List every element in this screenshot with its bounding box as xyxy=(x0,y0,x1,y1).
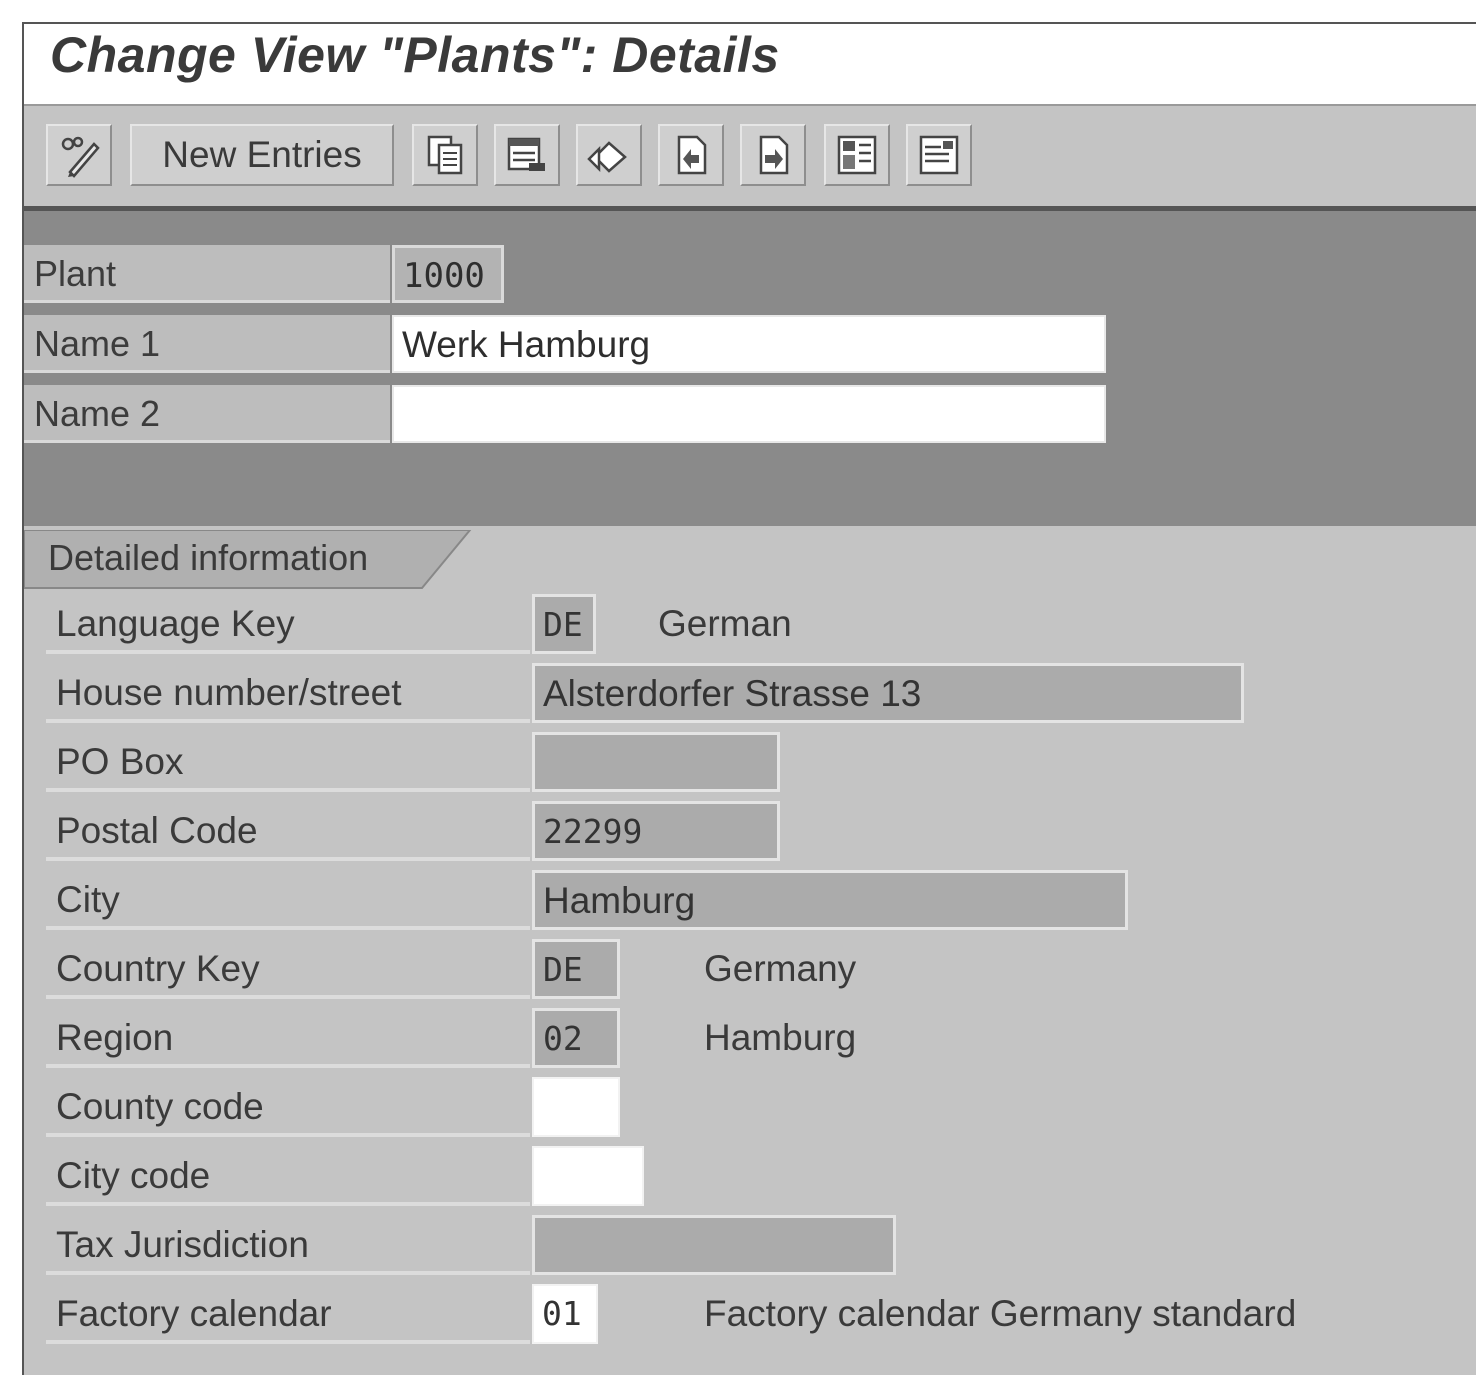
country-key-label: Country Key xyxy=(46,939,530,999)
undo-icon xyxy=(587,141,627,173)
undo-button[interactable] xyxy=(576,124,642,186)
name1-label: Name 1 xyxy=(24,315,390,373)
city-label: City xyxy=(46,870,530,930)
city-code-input[interactable] xyxy=(532,1146,644,1206)
previous-entry-icon xyxy=(677,135,707,175)
po-box-label: PO Box xyxy=(46,732,530,792)
city-code-label: City code xyxy=(46,1146,530,1206)
next-entry-icon xyxy=(759,135,789,175)
header-section: Plant 1000 Name 1 Werk Hamburg Name 2 xyxy=(24,211,1476,526)
copy-button[interactable] xyxy=(412,124,478,186)
factory-calendar-description: Factory calendar Germany standard xyxy=(704,1293,1297,1334)
language-key-field: DE xyxy=(532,594,596,654)
language-key-label: Language Key xyxy=(46,594,530,654)
copy-icon xyxy=(427,135,463,175)
county-code-label: County code xyxy=(46,1077,530,1137)
city-field: Hamburg xyxy=(532,870,1128,930)
tax-jurisdiction-label: Tax Jurisdiction xyxy=(46,1215,530,1275)
display-change-icon xyxy=(61,136,100,178)
street-label: House number/street xyxy=(46,663,530,723)
print-button[interactable] xyxy=(906,124,972,186)
delete-button[interactable] xyxy=(494,124,560,186)
tax-jurisdiction-field xyxy=(532,1215,896,1275)
previous-entry-button[interactable] xyxy=(658,124,724,186)
new-entries-button[interactable]: New Entries xyxy=(130,124,394,186)
name2-input[interactable] xyxy=(392,385,1106,443)
region-description: Hamburg xyxy=(704,1017,857,1058)
next-entry-button[interactable] xyxy=(740,124,806,186)
factory-calendar-input[interactable]: 01 xyxy=(532,1284,598,1344)
factory-calendar-label: Factory calendar xyxy=(46,1284,530,1344)
street-field: Alsterdorfer Strasse 13 xyxy=(532,663,1244,723)
plant-field: 1000 xyxy=(392,245,504,303)
region-label: Region xyxy=(46,1008,530,1068)
display-change-button[interactable] xyxy=(46,124,112,186)
country-key-description: Germany xyxy=(704,948,857,989)
print-icon xyxy=(919,135,959,175)
new-entries-label: New Entries xyxy=(162,134,362,175)
application-toolbar: New Entries xyxy=(24,106,1476,211)
delete-icon xyxy=(507,137,545,171)
county-code-input[interactable] xyxy=(532,1077,620,1137)
title-bar: Change View "Plants": Details xyxy=(24,24,1476,106)
name1-input[interactable]: Werk Hamburg xyxy=(392,315,1106,373)
page-title: Change View "Plants": Details xyxy=(50,27,780,83)
postal-code-label: Postal Code xyxy=(46,801,530,861)
region-field: 02 xyxy=(532,1008,620,1068)
tab-label: Detailed information xyxy=(48,537,369,578)
sap-window: Change View "Plants": Details New Entrie… xyxy=(22,22,1476,1375)
country-key-field: DE xyxy=(532,939,620,999)
po-box-field xyxy=(532,732,780,792)
postal-code-field: 22299 xyxy=(532,801,780,861)
select-all-button[interactable] xyxy=(824,124,890,186)
select-all-icon xyxy=(837,135,877,175)
name2-label: Name 2 xyxy=(24,385,390,443)
language-key-description: German xyxy=(658,603,792,644)
plant-label: Plant xyxy=(24,245,390,303)
